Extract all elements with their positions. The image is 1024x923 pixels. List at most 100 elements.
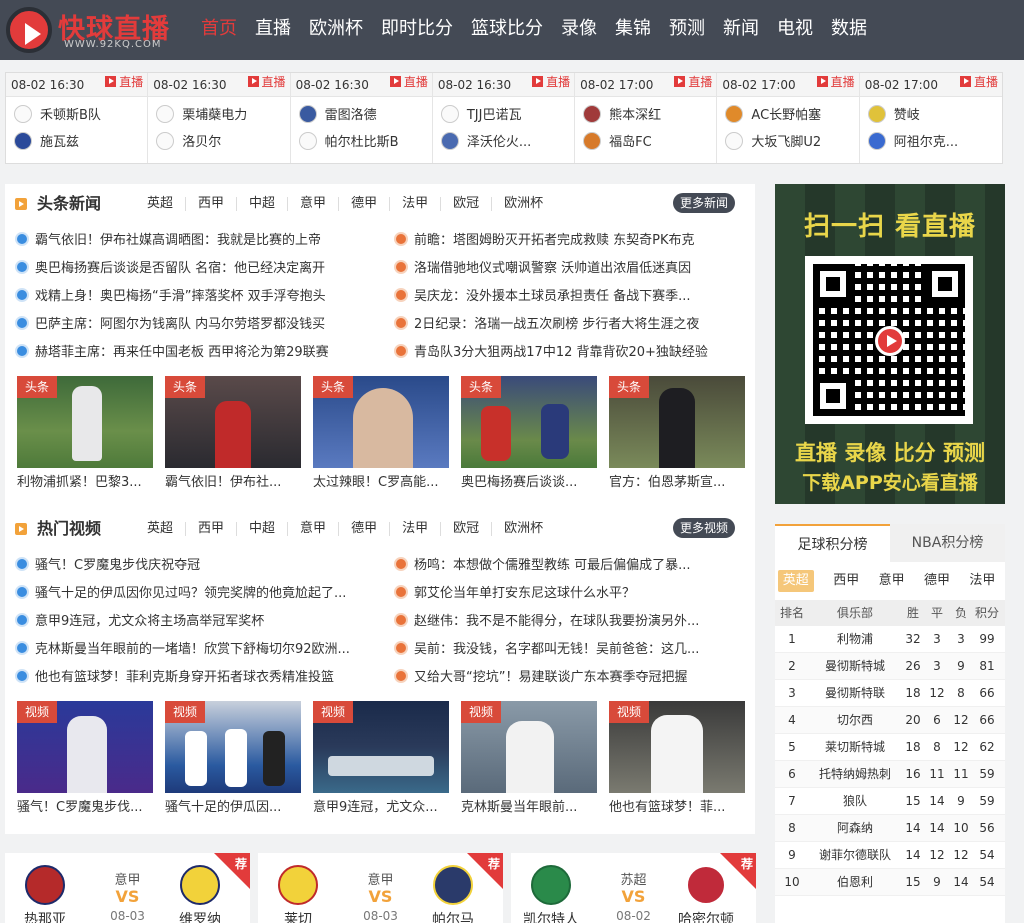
table-row[interactable]: 2 曼彻斯特城 26 3 9 81 <box>775 653 1005 680</box>
tab-epl[interactable]: 英超 <box>135 522 187 536</box>
tab-bundesliga[interactable]: 德甲 <box>339 197 391 211</box>
tab-nba-standings[interactable]: NBA积分榜 <box>890 524 1005 562</box>
recommended-match[interactable]: 荐 意甲 VS 08-03 莱切 帕尔马 <box>258 853 503 923</box>
tab-seriea[interactable]: 意甲 <box>869 570 914 592</box>
tab-seriea[interactable]: 意甲 <box>288 522 340 536</box>
menu-item-live-score[interactable]: 即时比分 <box>372 0 462 60</box>
tab-bundesliga[interactable]: 德甲 <box>339 522 391 536</box>
match-card[interactable]: 08-02 17:00 直播 AC长野帕塞 大坂飞脚U2 <box>717 73 860 163</box>
tab-ligue1[interactable]: 法甲 <box>390 522 442 536</box>
list-item[interactable]: 吴前：我没钱，名字都叫无钱！吴前爸爸：这几... <box>394 636 764 664</box>
menu-item-home[interactable]: 首页 <box>192 0 246 60</box>
menu-item-data[interactable]: 数据 <box>822 0 876 60</box>
table-row[interactable]: 9 谢菲尔德联队 14 12 12 54 <box>775 842 1005 869</box>
video-card[interactable]: 视频 意甲9连冠，尤文众... <box>313 701 449 823</box>
more-news-button[interactable]: 更多新闻 <box>672 193 735 213</box>
tab-laliga[interactable]: 西甲 <box>186 522 238 536</box>
video-card[interactable]: 视频 骚气十足的伊瓜因... <box>165 701 301 823</box>
match-card[interactable]: 08-02 16:30 直播 禾顿斯B队 施瓦兹 <box>6 73 149 163</box>
tab-ligue1[interactable]: 法甲 <box>390 197 442 211</box>
more-videos-button[interactable]: 更多视频 <box>672 518 735 538</box>
news-card[interactable]: 头条 奥巴梅扬赛后谈谈... <box>461 376 597 498</box>
tab-csl[interactable]: 中超 <box>237 197 289 211</box>
recommended-match[interactable]: 荐 苏超 VS 08-02 凯尔特人 哈密尔顿 <box>511 853 756 923</box>
soccer-icon <box>15 316 29 330</box>
tab-seriea[interactable]: 意甲 <box>288 197 340 211</box>
list-item[interactable]: 骚气！C罗魔鬼步伐庆祝夺冠 <box>15 552 385 580</box>
match-card[interactable]: 08-02 16:30 直播 TJJ巴诺瓦 泽沃伦火... <box>432 73 576 163</box>
live-link[interactable]: 直播 <box>389 73 428 90</box>
match-card[interactable]: 08-02 16:30 直播 雷图洛德 帕尔杜比斯B <box>290 73 433 163</box>
news-card[interactable]: 头条 太过辣眼！C罗高能... <box>313 376 449 498</box>
live-link[interactable]: 直播 <box>247 73 286 90</box>
table-row[interactable]: 6 托特纳姆热刺 16 11 11 59 <box>775 761 1005 788</box>
menu-item-news[interactable]: 新闻 <box>714 0 768 60</box>
list-item[interactable]: 吴庆龙：没外援本土球员承担责任 备战下赛季... <box>394 283 764 311</box>
live-link[interactable]: 直播 <box>532 73 570 90</box>
list-item[interactable]: 赵继伟：我不是不能得分，在球队我要扮演另外... <box>394 608 764 636</box>
news-title: 奥巴梅扬赛后谈谈是否留队 名宿：他已经决定离开 <box>35 261 326 276</box>
tab-ucl[interactable]: 欧冠 <box>441 197 493 211</box>
list-item[interactable]: 奥巴梅扬赛后谈谈是否留队 名宿：他已经决定离开 <box>15 255 385 283</box>
tab-laliga[interactable]: 西甲 <box>186 197 238 211</box>
list-item[interactable]: 巴萨主席：阿图尔为钱离队 内马尔劳塔罗都没钱买 <box>15 311 385 339</box>
live-link[interactable]: 直播 <box>959 73 998 90</box>
live-link[interactable]: 直播 <box>816 73 855 90</box>
table-row[interactable]: 10 伯恩利 15 9 14 54 <box>775 869 1005 896</box>
match-card[interactable]: 08-02 17:00 直播 熊本深红 福岛FC <box>575 73 718 163</box>
win-cell: 18 <box>905 686 921 700</box>
list-item[interactable]: 2日纪录：洛瑞一战五次刷榜 步行者大将生涯之夜 <box>394 311 764 339</box>
table-row[interactable]: 7 狼队 15 14 9 59 <box>775 788 1005 815</box>
list-item[interactable]: 戏精上身！奥巴梅扬“手滑”摔落奖杯 双手浮夸抱头 <box>15 283 385 311</box>
table-row[interactable]: 8 阿森纳 14 14 10 56 <box>775 815 1005 842</box>
tab-euro[interactable]: 欧洲杯 <box>492 522 555 536</box>
menu-item-euro[interactable]: 欧洲杯 <box>300 0 372 60</box>
site-logo[interactable]: 快球直播 WWW.92KQ.COM <box>6 5 176 55</box>
app-download-banner[interactable]: 扫一扫 看直播 直播 录像 比分 预测 下载APP安心看直播 <box>775 184 1005 504</box>
menu-item-highlights[interactable]: 集锦 <box>606 0 660 60</box>
recommended-match[interactable]: 荐 意甲 VS 08-03 热那亚 维罗纳 <box>5 853 250 923</box>
tab-euro[interactable]: 欧洲杯 <box>492 197 555 211</box>
list-item[interactable]: 他也有篮球梦！菲利克斯身穿开拓者球衣秀精准投篮 <box>15 664 385 692</box>
video-card[interactable]: 视频 骚气！C罗魔鬼步伐... <box>17 701 153 823</box>
list-item[interactable]: 骚气十足的伊瓜因你见过吗？领完奖牌的他竟尬起了... <box>15 580 385 608</box>
menu-item-replay[interactable]: 录像 <box>552 0 606 60</box>
list-item[interactable]: 又给大哥“挖坑”！易建联谈广东本赛季夺冠把握 <box>394 664 764 692</box>
list-item[interactable]: 前瞻：塔图姆盼灭开拓者完成救赎 东契奇PK布克 <box>394 227 764 255</box>
menu-item-basketball-score[interactable]: 篮球比分 <box>462 0 552 60</box>
tab-csl[interactable]: 中超 <box>237 522 289 536</box>
match-card[interactable]: 08-02 16:30 直播 栗埔蘗电力 洛贝尔 <box>148 73 291 163</box>
tab-laliga[interactable]: 西甲 <box>824 570 869 592</box>
menu-item-tv[interactable]: 电视 <box>768 0 822 60</box>
tab-epl[interactable]: 英超 <box>778 570 814 592</box>
news-card[interactable]: 头条 利物浦抓紧！巴黎3... <box>17 376 153 498</box>
table-row[interactable]: 4 切尔西 20 6 12 66 <box>775 707 1005 734</box>
tab-bundesliga[interactable]: 德甲 <box>914 570 959 592</box>
list-item[interactable]: 意甲9连冠，尤文众将主场高举冠军奖杯 <box>15 608 385 636</box>
tab-ucl[interactable]: 欧冠 <box>441 522 493 536</box>
video-list-left: 骚气！C罗魔鬼步伐庆祝夺冠 骚气十足的伊瓜因你见过吗？领完奖牌的他竟尬起了...… <box>15 552 385 692</box>
table-row[interactable]: 1 利物浦 32 3 3 99 <box>775 626 1005 653</box>
list-item[interactable]: 杨鸣：本想做个儒雅型教练 可最后偏偏成了暴... <box>394 552 764 580</box>
list-item[interactable]: 克林斯曼当年眼前的一堵墙！欣赏下舒梅切尔92欧洲... <box>15 636 385 664</box>
live-link[interactable]: 直播 <box>105 73 143 90</box>
news-card[interactable]: 头条 官方：伯恩茅斯宣... <box>609 376 745 498</box>
video-card[interactable]: 视频 他也有篮球梦！菲... <box>609 701 745 823</box>
list-item[interactable]: 青岛队3分大狙两战17中12 背靠背砍20+独缺经验 <box>394 339 764 367</box>
menu-item-prediction[interactable]: 预测 <box>660 0 714 60</box>
video-card[interactable]: 视频 克林斯曼当年眼前... <box>461 701 597 823</box>
qr-code <box>805 256 973 424</box>
tab-football-standings[interactable]: 足球积分榜 <box>775 524 890 562</box>
match-card[interactable]: 08-02 17:00 直播 赞岐 阿祖尔克... <box>859 73 1002 163</box>
table-row[interactable]: 5 莱切斯特城 18 8 12 62 <box>775 734 1005 761</box>
table-row[interactable]: 3 曼彻斯特联 18 12 8 66 <box>775 680 1005 707</box>
menu-item-live[interactable]: 直播 <box>246 0 300 60</box>
list-item[interactable]: 洛瑞借驰地仪式嘲讽警察 沃帅道出浓眉低迷真因 <box>394 255 764 283</box>
list-item[interactable]: 郭艾伦当年单打安东尼这球什么水平？ <box>394 580 764 608</box>
list-item[interactable]: 赫塔菲主席：再来任中国老板 西甲将沦为第29联赛 <box>15 339 385 367</box>
tab-epl[interactable]: 英超 <box>135 197 187 211</box>
news-card[interactable]: 头条 霸气依旧！伊布社... <box>165 376 301 498</box>
live-link[interactable]: 直播 <box>674 73 712 90</box>
list-item[interactable]: 霸气依旧！伊布社媒高调晒图：我就是比赛的上帝 <box>15 227 385 255</box>
tab-ligue1[interactable]: 法甲 <box>960 570 1005 592</box>
